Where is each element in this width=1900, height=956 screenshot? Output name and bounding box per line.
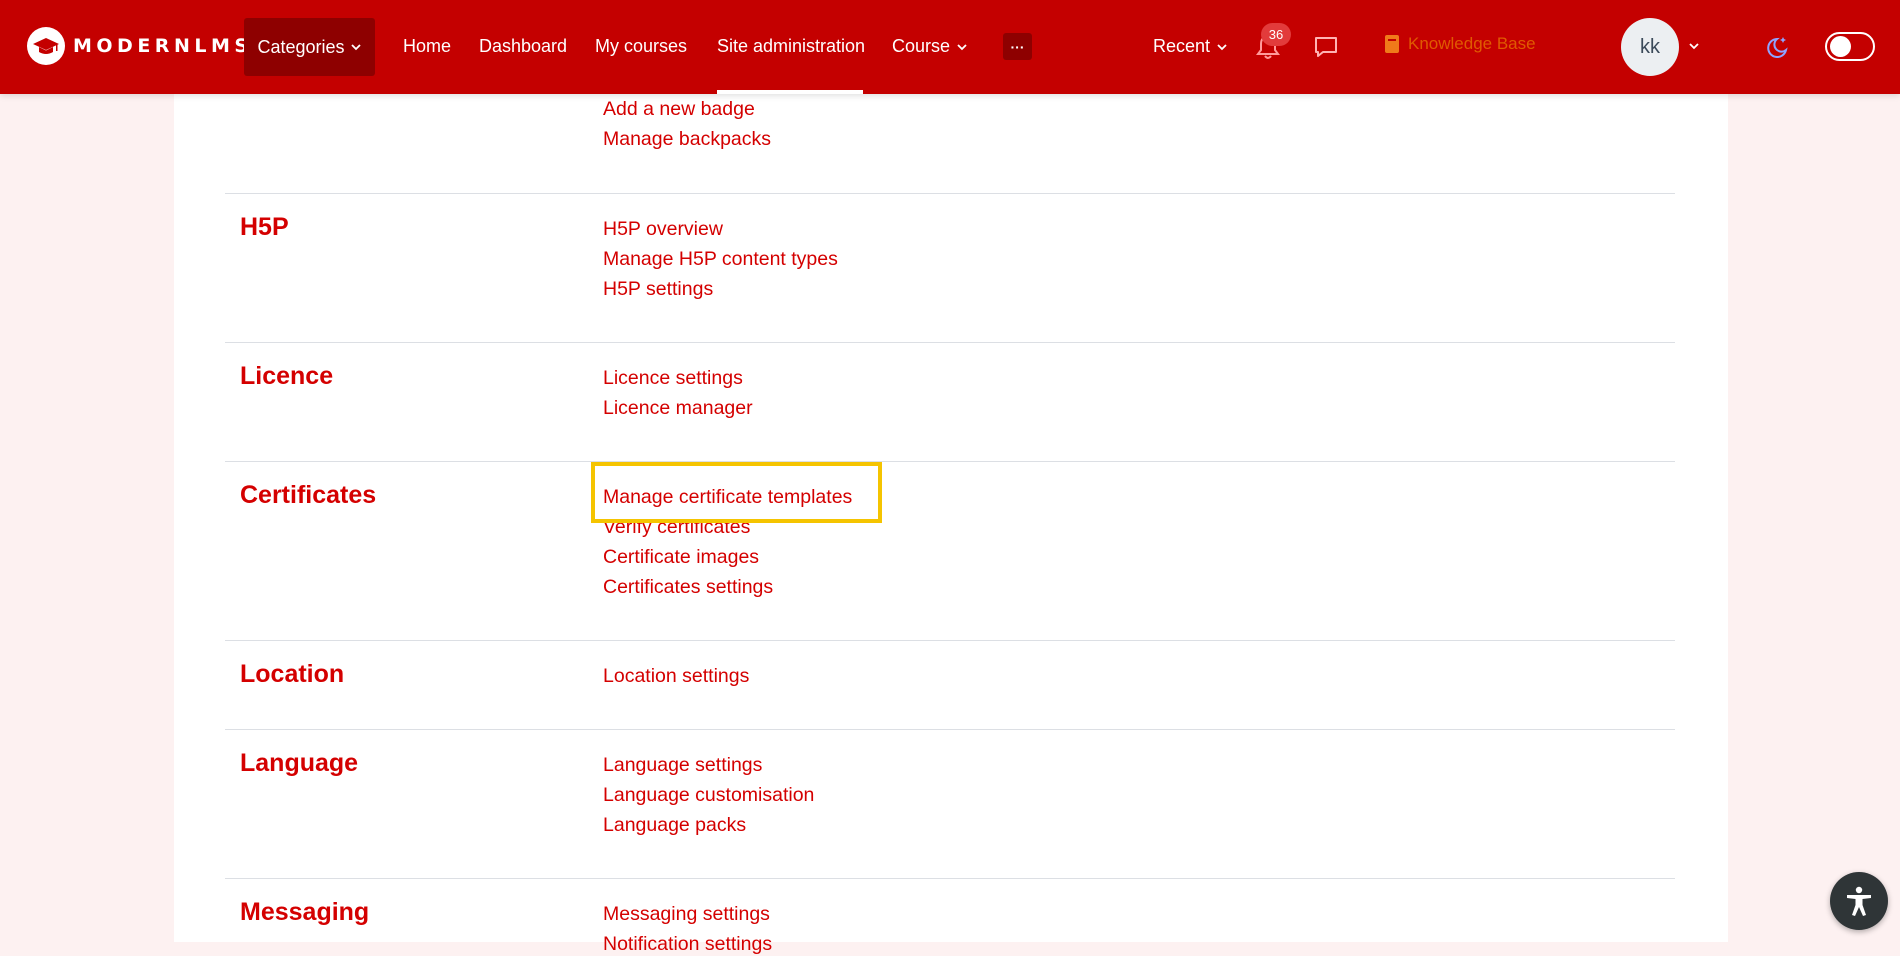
section-title-language[interactable]: Language [240, 749, 358, 778]
graduation-cap-icon [27, 27, 65, 65]
section-divider [225, 640, 1675, 641]
chevron-down-icon [957, 43, 967, 50]
nav-recent-menu[interactable]: Recent [1153, 36, 1228, 57]
toggle-knob [1830, 36, 1851, 57]
link-licence-manager[interactable]: Licence manager [603, 397, 753, 420]
user-menu-toggle[interactable] [1686, 38, 1702, 54]
link-notification-settings[interactable]: Notification settings [603, 933, 772, 956]
nav-course-label: Course [892, 36, 951, 56]
section-title-certificates[interactable]: Certificates [240, 481, 376, 510]
link-manage-certificate-templates[interactable]: Manage certificate templates [603, 486, 852, 509]
accessibility-person-icon [1847, 886, 1871, 916]
user-avatar[interactable]: kk [1621, 18, 1679, 76]
site-logo[interactable]: MODERNLMS [27, 27, 253, 65]
link-language-settings[interactable]: Language settings [603, 754, 762, 777]
section-title-location[interactable]: Location [240, 660, 344, 689]
nav-dashboard[interactable]: Dashboard [479, 36, 567, 57]
link-location-settings[interactable]: Location settings [603, 665, 749, 688]
link-h5p-overview[interactable]: H5P overview [603, 218, 723, 241]
link-add-new-badge[interactable]: Add a new badge [603, 98, 755, 121]
messages-button[interactable] [1311, 33, 1341, 61]
link-certificate-images[interactable]: Certificate images [603, 546, 759, 569]
section-title-h5p[interactable]: H5P [240, 213, 289, 242]
categories-label: Categories [257, 36, 345, 57]
link-certificates-settings[interactable]: Certificates settings [603, 576, 773, 599]
chevron-down-icon [350, 44, 361, 51]
link-language-customisation[interactable]: Language customisation [603, 784, 814, 807]
section-divider [225, 878, 1675, 879]
knowledge-base-link[interactable]: Knowledge Base [1384, 34, 1536, 54]
chevron-down-icon [1217, 43, 1227, 50]
link-manage-h5p-content-types[interactable]: Manage H5P content types [603, 248, 838, 271]
link-language-packs[interactable]: Language packs [603, 814, 746, 837]
dark-mode-button[interactable] [1764, 33, 1792, 61]
more-menu-button[interactable]: ··· [1003, 33, 1032, 60]
chevron-down-icon [1689, 43, 1699, 50]
nav-site-administration[interactable]: Site administration [717, 36, 865, 57]
nav-recent-label: Recent [1153, 36, 1211, 56]
active-nav-underline [717, 90, 863, 94]
moon-stars-icon [1767, 37, 1788, 58]
chat-bubble-icon [1315, 37, 1337, 57]
nav-course-menu[interactable]: Course [892, 36, 968, 57]
section-title-licence[interactable]: Licence [240, 362, 333, 391]
link-verify-certificates[interactable]: Verify certificates [603, 516, 750, 539]
book-icon [1385, 35, 1399, 53]
section-title-messaging[interactable]: Messaging [240, 898, 369, 927]
link-h5p-settings[interactable]: H5P settings [603, 278, 713, 301]
section-divider [225, 729, 1675, 730]
theme-toggle-switch[interactable] [1825, 32, 1875, 61]
section-divider [225, 193, 1675, 194]
knowledge-base-label: Knowledge Base [1408, 34, 1536, 53]
link-manage-backpacks[interactable]: Manage backpacks [603, 128, 771, 151]
section-divider [225, 461, 1675, 462]
link-licence-settings[interactable]: Licence settings [603, 367, 743, 390]
section-divider [225, 342, 1675, 343]
logo-text: MODERNLMS [73, 35, 253, 57]
nav-home[interactable]: Home [403, 36, 451, 57]
categories-menu-button[interactable]: Categories [244, 18, 375, 76]
nav-my-courses[interactable]: My courses [595, 36, 687, 57]
top-navbar: MODERNLMS Categories Home Dashboard My c… [0, 0, 1900, 94]
accessibility-button[interactable] [1830, 872, 1888, 930]
admin-content-card [174, 94, 1728, 942]
notification-count-badge: 36 [1261, 23, 1291, 46]
link-messaging-settings[interactable]: Messaging settings [603, 903, 770, 926]
